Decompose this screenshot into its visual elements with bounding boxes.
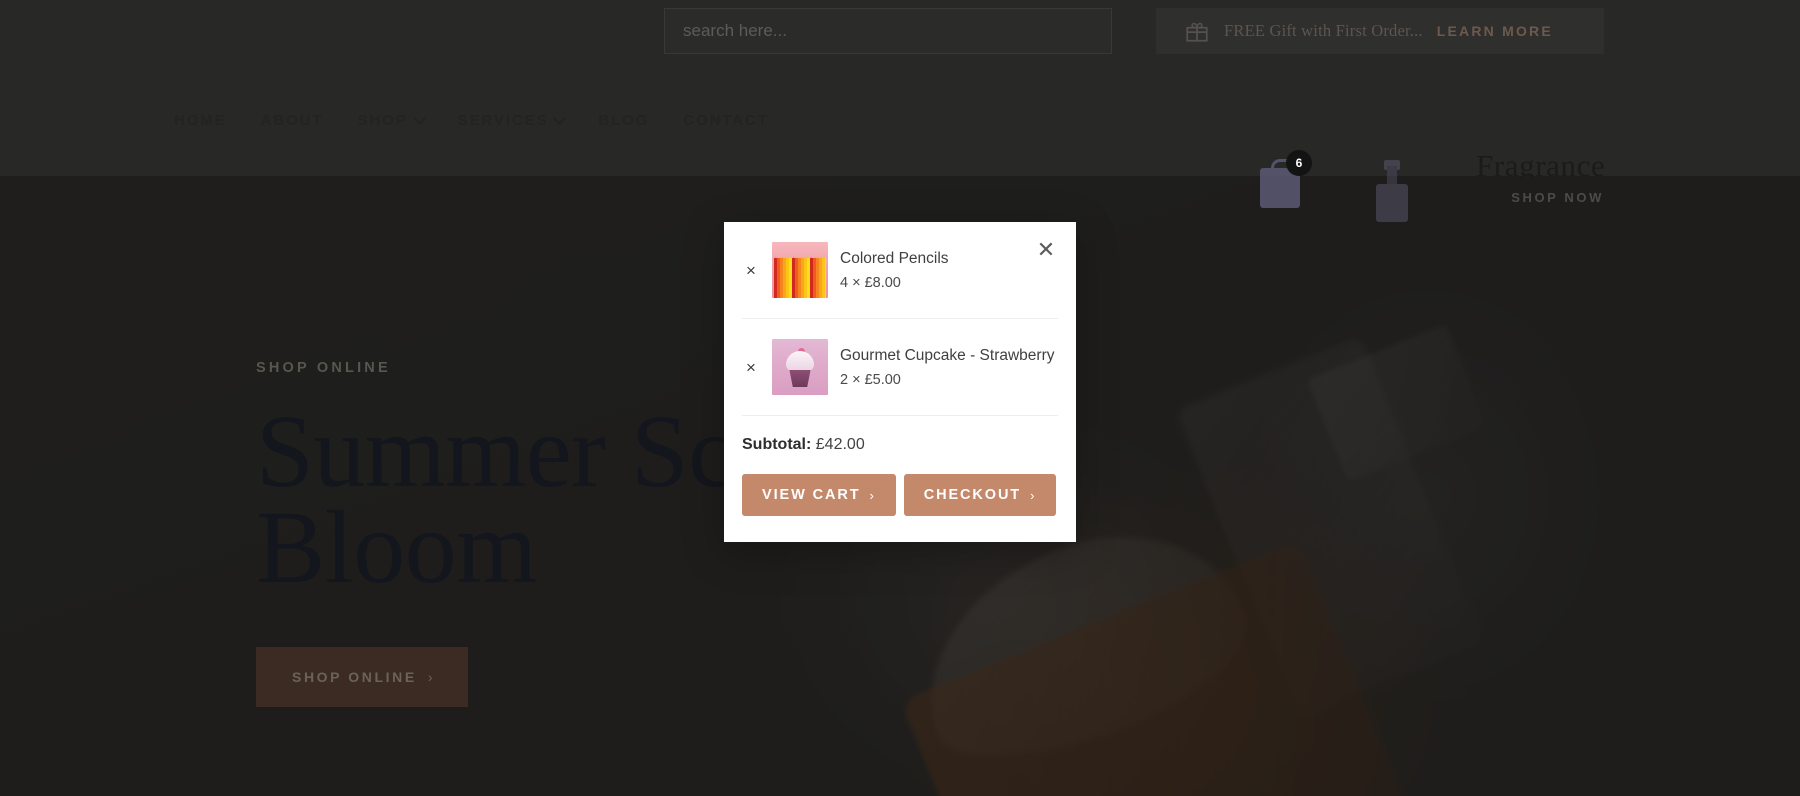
nav-item-services[interactable]: SERVICES <box>457 111 567 129</box>
cart-item-name[interactable]: Colored Pencils <box>840 249 1058 268</box>
nav-item-services-label: SERVICES <box>457 111 549 129</box>
cart-subtotal-value: £42.00 <box>815 436 865 453</box>
view-cart-button[interactable]: VIEW CART › <box>742 474 896 516</box>
hero-shop-online-button[interactable]: SHOP ONLINE › <box>256 647 469 708</box>
perfume-body <box>1376 184 1408 222</box>
chevron-right-icon: › <box>869 487 876 503</box>
cart-item: × Colored Pencils 4 × £8.00 <box>742 222 1058 319</box>
promo-learn-more-link[interactable]: LEARN MORE <box>1437 23 1553 39</box>
page-root: FREE Gift with First Order... LEARN MORE… <box>0 0 1800 796</box>
brand-subtitle: SHOP NOW <box>1511 190 1604 205</box>
cupcake-frosting <box>786 351 814 373</box>
cart-item-info: Colored Pencils 4 × £8.00 <box>840 249 1058 290</box>
chevron-right-icon: › <box>427 669 433 686</box>
nav-item-about-label: ABOUT <box>260 111 324 129</box>
nav-item-shop[interactable]: SHOP <box>357 111 426 129</box>
view-cart-label: VIEW CART <box>762 487 861 503</box>
main-navbar: HOME ABOUT SHOP SERVICES BLOG CONTACT 6 <box>0 64 1800 222</box>
cart-item-info: Gourmet Cupcake - Strawberry 2 × £5.00 <box>840 346 1058 387</box>
cupcake-base <box>789 370 811 387</box>
cart-item-name[interactable]: Gourmet Cupcake - Strawberry <box>840 346 1058 365</box>
nav-item-home[interactable]: HOME <box>174 112 227 129</box>
chevron-down-icon <box>553 111 567 125</box>
chevron-down-icon <box>412 111 426 125</box>
checkout-label: CHECKOUT <box>923 487 1022 503</box>
search-input[interactable] <box>665 9 1111 53</box>
cart-item-list: × Colored Pencils 4 × £8.00 × Gourmet Cu… <box>724 222 1076 416</box>
nav-item-blog[interactable]: BLOG <box>598 112 649 129</box>
nav-item-home-label: HOME <box>174 111 227 129</box>
promo-banner[interactable]: FREE Gift with First Order... LEARN MORE <box>1156 8 1604 54</box>
cart-badge: 6 <box>1286 150 1312 176</box>
cart-button[interactable]: 6 <box>1260 150 1312 208</box>
nav-item-contact-label: CONTACT <box>683 111 769 129</box>
brand-name: Fragrance <box>1476 148 1606 183</box>
cart-subtotal: Subtotal: £42.00 <box>724 416 1076 460</box>
nav-links: HOME ABOUT SHOP SERVICES BLOG CONTACT <box>174 64 769 176</box>
top-utility-bar: FREE Gift with First Order... LEARN MORE <box>0 0 1800 64</box>
hero-shop-online-label: SHOP ONLINE <box>292 669 417 686</box>
close-icon[interactable]: ✕ <box>1032 236 1060 264</box>
cart-item: × Gourmet Cupcake - Strawberry 2 × £5.00 <box>742 319 1058 416</box>
colored-pencils-image[interactable] <box>772 242 828 298</box>
mini-cart-panel: ✕ × Colored Pencils 4 × £8.00 × Gourmet … <box>724 222 1076 542</box>
cart-item-quantity-price: 4 × £8.00 <box>840 274 901 291</box>
remove-item-button[interactable]: × <box>742 359 760 376</box>
perfume-bottle-icon <box>1368 160 1416 222</box>
promo-text: FREE Gift with First Order... <box>1224 21 1423 40</box>
brand-logo[interactable]: Fragrance SHOP NOW <box>1476 148 1606 205</box>
cart-actions: VIEW CART › CHECKOUT › <box>724 460 1076 532</box>
remove-item-button[interactable]: × <box>742 262 760 279</box>
chevron-right-icon: › <box>1030 487 1037 503</box>
nav-item-contact[interactable]: CONTACT <box>683 112 769 129</box>
gourmet-cupcake-image[interactable] <box>772 339 828 395</box>
cart-subtotal-label: Subtotal: <box>742 436 812 453</box>
cart-item-quantity-price: 2 × £5.00 <box>840 371 901 388</box>
nav-item-blog-label: BLOG <box>598 111 650 129</box>
nav-item-shop-label: SHOP <box>357 111 408 129</box>
nav-item-about[interactable]: ABOUT <box>261 112 324 129</box>
gift-icon <box>1186 22 1208 42</box>
checkout-button[interactable]: CHECKOUT › <box>903 474 1057 516</box>
search-box[interactable] <box>664 8 1112 54</box>
